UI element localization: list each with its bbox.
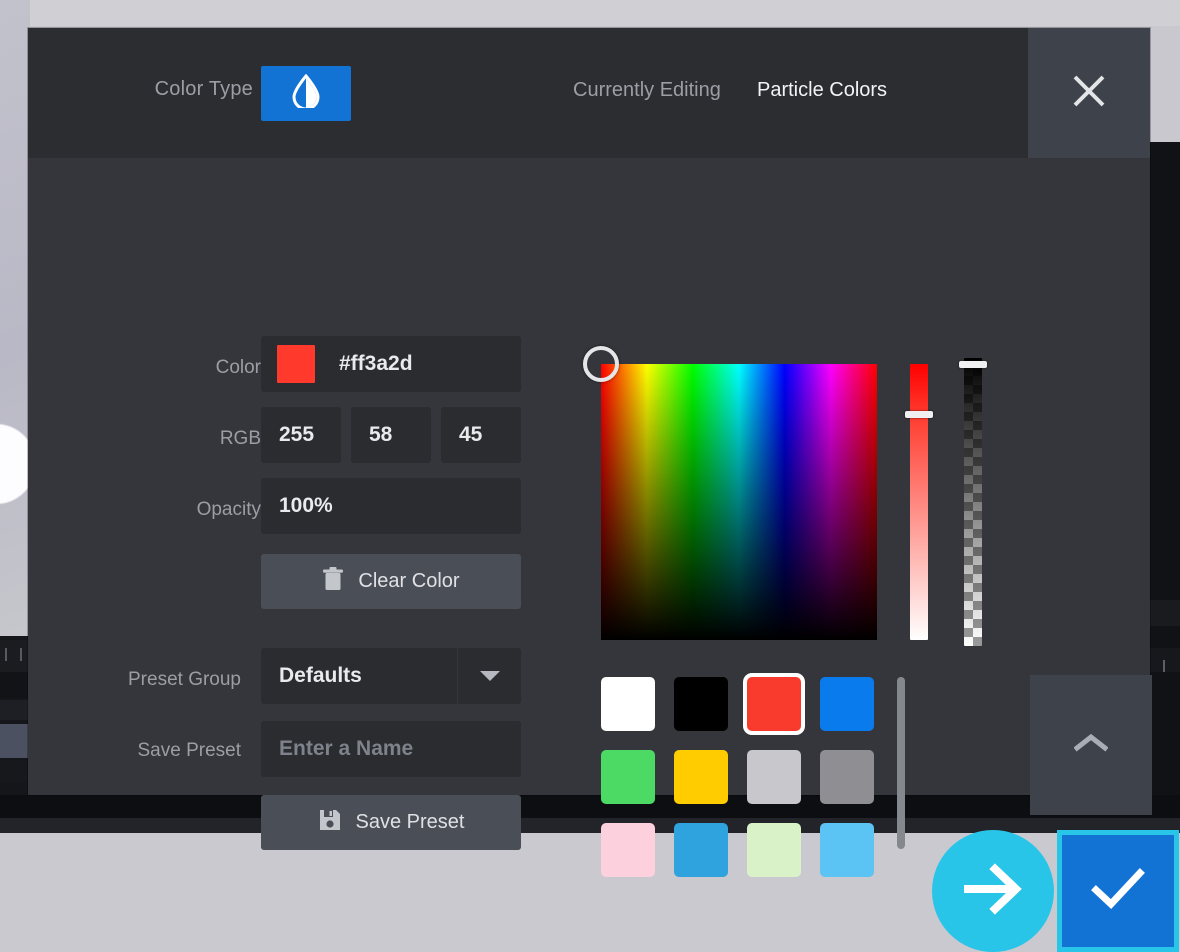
close-icon [1069, 71, 1109, 116]
save-preset-label: Save Preset [76, 740, 241, 762]
preset-swatch[interactable] [747, 750, 801, 804]
alpha-slider-handle[interactable] [959, 361, 987, 368]
background-left-panel [0, 0, 30, 636]
close-button[interactable] [1028, 28, 1150, 158]
rgb-blue-input[interactable]: 45 [441, 407, 521, 463]
preset-swatch[interactable] [601, 823, 655, 877]
preset-swatch-grid [601, 677, 883, 877]
background-row [0, 760, 30, 782]
color-preview-swatch [277, 345, 315, 383]
preset-group-value: Defaults [279, 664, 362, 688]
color-type-label: Color Type [133, 78, 253, 101]
chevron-up-icon [1074, 732, 1108, 759]
droplet-opacity-icon [291, 74, 321, 113]
preset-swatch[interactable] [820, 823, 874, 877]
preset-swatch[interactable] [747, 677, 801, 731]
background-row [1150, 600, 1180, 626]
alpha-slider[interactable] [964, 358, 982, 646]
chevron-down-icon[interactable] [458, 670, 521, 682]
preset-swatch[interactable] [747, 823, 801, 877]
save-preset-input[interactable]: Enter a Name [261, 721, 521, 777]
currently-editing-value: Particle Colors [757, 79, 887, 102]
preset-swatch[interactable] [674, 823, 728, 877]
rgb-green-input[interactable]: 58 [351, 407, 431, 463]
currently-editing-label: Currently Editing [573, 79, 721, 102]
dialog-body: Color #ff3a2d RGB 255 58 45 Opacity 100% [28, 158, 1150, 795]
clear-color-label: Clear Color [358, 570, 459, 593]
preset-group-select[interactable]: Defaults [261, 648, 521, 704]
preset-group-label: Preset Group [76, 669, 241, 691]
background-row [0, 700, 30, 720]
brightness-gradient-layer [601, 364, 877, 640]
save-preset-button-label: Save Preset [356, 811, 465, 834]
opacity-value: 100% [279, 494, 333, 518]
saturation-slider-handle[interactable] [905, 411, 933, 418]
rgb-blue-value: 45 [459, 423, 482, 447]
opacity-field-label: Opacity [96, 499, 261, 521]
preset-swatch[interactable] [601, 677, 655, 731]
opacity-input[interactable]: 100% [261, 478, 521, 534]
arrow-right-icon [958, 861, 1028, 922]
preset-swatch[interactable] [820, 677, 874, 731]
saturation-slider[interactable] [910, 364, 928, 640]
color-hex-value: #ff3a2d [339, 352, 413, 376]
collapse-button[interactable] [1030, 675, 1152, 815]
color-gradient-picker[interactable] [601, 364, 877, 640]
rgb-green-value: 58 [369, 423, 392, 447]
background-row-highlighted [0, 724, 30, 758]
save-preset-button[interactable]: Save Preset [261, 795, 521, 850]
preset-swatch[interactable] [674, 677, 728, 731]
preset-swatch[interactable] [674, 750, 728, 804]
checkmark-icon [1090, 867, 1146, 916]
color-field-label: Color [96, 357, 261, 379]
rgb-red-value: 255 [279, 423, 314, 447]
background-row [0, 672, 30, 698]
dialog-header: Color Type Currently Editing Particle Co… [28, 28, 1150, 158]
background-tick [20, 648, 22, 661]
rgb-red-input[interactable]: 255 [261, 407, 341, 463]
trash-icon [322, 567, 344, 597]
preset-swatch[interactable] [601, 750, 655, 804]
preset-swatch[interactable] [820, 750, 874, 804]
background-tick [5, 648, 7, 661]
background-row [1150, 648, 1180, 672]
picker-ring-cursor[interactable] [583, 346, 619, 382]
color-type-button[interactable] [261, 66, 351, 121]
mouse-cursor-indicator [932, 830, 1054, 952]
confirm-button[interactable] [1057, 830, 1179, 952]
clear-color-button[interactable]: Clear Color [261, 554, 521, 609]
background-right-dark-panel [1150, 142, 1180, 795]
swatch-grid-scrollbar[interactable] [897, 677, 905, 849]
background-tick [1163, 660, 1165, 672]
save-preset-placeholder: Enter a Name [279, 737, 413, 761]
color-picker-dialog: Color Type Currently Editing Particle Co… [28, 28, 1150, 795]
color-hex-input[interactable]: #ff3a2d [261, 336, 521, 392]
rgb-field-label: RGB [96, 428, 261, 450]
background-top-strip [0, 0, 1180, 26]
